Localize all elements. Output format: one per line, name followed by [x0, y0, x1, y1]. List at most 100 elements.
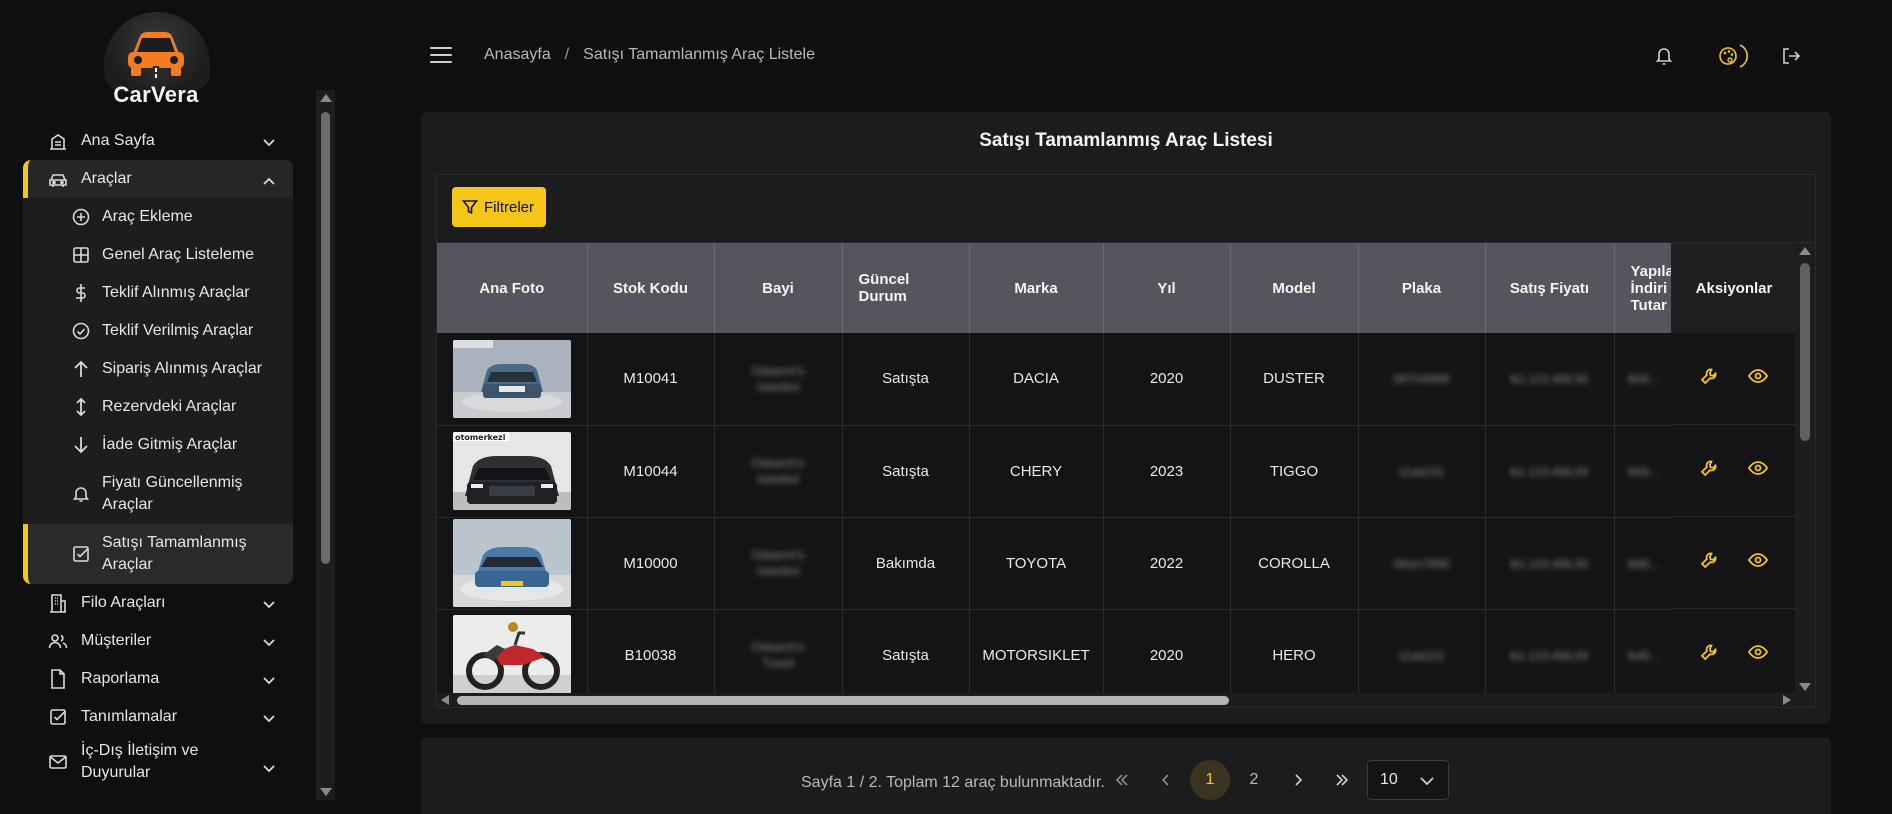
wrench-icon[interactable] — [1700, 551, 1718, 574]
table-vertical-scrollbar[interactable] — [1795, 243, 1815, 695]
filter-icon — [462, 199, 478, 215]
brand-name: CarVera — [113, 82, 199, 107]
scrollbar-thumb[interactable] — [321, 112, 330, 564]
page-2-button[interactable]: 2 — [1234, 760, 1274, 800]
first-page-icon[interactable] — [1102, 760, 1142, 800]
last-page-icon[interactable] — [1322, 760, 1362, 800]
bell-icon[interactable] — [1652, 44, 1676, 68]
sidebar-item-fiyati-guncellenmis[interactable]: Fiyatı Güncellenmiş Araçlar — [23, 464, 293, 524]
sidebar-item-label: Sipariş Alınmış Araçlar — [102, 360, 263, 377]
sidebar-item-teklif-alinmis[interactable]: Teklif Alınmış Araçlar — [23, 274, 293, 312]
car-logo-icon — [128, 32, 184, 80]
prev-page-icon[interactable] — [1146, 760, 1186, 800]
blurred-plaka: 11ab222 — [1398, 648, 1445, 663]
palette-icon[interactable] — [1716, 44, 1750, 68]
scroll-right-icon[interactable] — [1783, 695, 1791, 705]
col-guncel-durum[interactable]: Güncel Durum — [842, 243, 970, 333]
sidebar-item-teklif-verilmis[interactable]: Teklif Verilmiş Araçlar — [23, 312, 293, 350]
col-plaka[interactable]: Plaka — [1358, 243, 1486, 333]
building-tall-icon — [47, 592, 69, 614]
scroll-up-icon[interactable] — [1799, 247, 1811, 255]
page-size-value: 10 — [1380, 771, 1398, 788]
col-satis-fiyati[interactable]: Satış Fiyatı — [1485, 243, 1615, 333]
col-bayi[interactable]: Bayi — [714, 243, 843, 333]
sidebar-item-iletisim[interactable]: İç-Dış İletişim ve Duyurular — [23, 736, 293, 788]
sidebar-item-arac-ekleme[interactable]: Araç Ekleme — [23, 198, 293, 236]
sidebar: CarVera Ana Sayfa Araçlar Araç Ekleme Ge… — [0, 0, 335, 814]
col-marka[interactable]: Marka — [969, 243, 1104, 333]
menu-toggle-icon[interactable] — [430, 47, 452, 63]
col-yil[interactable]: Yıl — [1103, 243, 1231, 333]
blurred-bayi: Oskarch's Istanbul — [752, 547, 805, 579]
vehicle-table: Ana Foto Stok Kodu Bayi Güncel Durum Mark… — [436, 242, 1816, 708]
table-horizontal-scrollbar[interactable] — [437, 693, 1815, 707]
next-page-icon[interactable] — [1278, 760, 1318, 800]
logout-icon[interactable] — [1779, 44, 1803, 68]
scroll-left-icon[interactable] — [441, 695, 449, 705]
sidebar-item-iade-gitmis[interactable]: İade Gitmiş Araçlar — [23, 426, 293, 464]
wrench-icon[interactable] — [1700, 459, 1718, 482]
sidebar-item-rezervdeki[interactable]: Rezervdeki Araçlar — [23, 388, 293, 426]
sidebar-item-raporlama[interactable]: Raporlama — [23, 660, 293, 698]
cell-photo[interactable] — [437, 333, 588, 426]
scrollbar-thumb[interactable] — [1800, 263, 1810, 441]
eye-icon[interactable] — [1747, 461, 1769, 480]
filters-button-label: Filtreler — [484, 198, 535, 216]
table-row[interactable]: otomerkezi M10044 Oskarch's Istanbul Satı… — [437, 425, 1742, 518]
bayi-line-2: Istanbul — [756, 379, 800, 394]
sidebar-item-musteriler[interactable]: Müşteriler — [23, 622, 293, 660]
sidebar-item-label: Araç Ekleme — [102, 208, 193, 225]
wrench-icon[interactable] — [1700, 367, 1718, 390]
vehicle-photo[interactable] — [452, 339, 571, 418]
breadcrumb-home[interactable]: Anasayfa — [484, 46, 551, 63]
eye-icon[interactable] — [1747, 369, 1769, 388]
cell-satis-fiyati: ₺1.123.456,00 — [1485, 517, 1615, 610]
eye-icon[interactable] — [1747, 645, 1769, 664]
page-size-select[interactable]: 10 — [1367, 760, 1449, 800]
sidebar-item-label: Genel Araç Listeleme — [102, 246, 255, 263]
grid-icon — [70, 244, 92, 266]
sidebar-item-label: Araçlar — [81, 170, 132, 187]
col-model[interactable]: Model — [1230, 243, 1359, 333]
vehicle-photo[interactable] — [452, 519, 571, 607]
col-ana-foto[interactable]: Ana Foto — [437, 243, 588, 333]
sidebar-item-araclar[interactable]: Araçlar — [23, 160, 293, 198]
cell-photo[interactable] — [437, 517, 588, 610]
blurred-bayi: Oskarch's Istanbul — [752, 363, 805, 395]
cell-yil: 2023 — [1103, 425, 1231, 518]
cell-plaka: 11ab231 — [1358, 425, 1486, 518]
table-row[interactable]: M10041 Oskarch's Istanbul Satışta DACIA 2… — [437, 333, 1742, 426]
sidebar-item-label: Müşteriler — [81, 632, 152, 649]
brand-logo[interactable]: CarVera — [100, 12, 212, 112]
table-row[interactable]: M10000 Oskarch's Istanbul Bakımda TOYOTA … — [437, 517, 1742, 610]
scrollbar-thumb[interactable] — [457, 696, 1229, 705]
col-stok-kodu[interactable]: Stok Kodu — [587, 243, 715, 333]
car-icon — [47, 168, 69, 190]
scroll-down-icon[interactable] — [320, 788, 332, 796]
scroll-down-icon[interactable] — [1799, 683, 1811, 691]
wrench-icon[interactable] — [1700, 643, 1718, 666]
eye-icon[interactable] — [1747, 553, 1769, 572]
sidebar-scrollbar[interactable] — [316, 90, 335, 800]
sidebar-item-ana-sayfa[interactable]: Ana Sayfa — [23, 122, 293, 160]
cell-photo[interactable] — [437, 609, 588, 702]
blurred-bayi: Oskarch's Tunçli — [752, 639, 805, 671]
scroll-up-icon[interactable] — [320, 94, 332, 102]
cell-bayi: Oskarch's Tunçli — [714, 609, 843, 702]
vehicle-photo[interactable]: otomerkezi — [452, 432, 571, 510]
check-circle-icon — [70, 320, 92, 342]
cell-durum: Satışta — [842, 425, 970, 518]
cell-stok-kodu: M10041 — [587, 333, 715, 426]
sidebar-item-siparis-alinmis[interactable]: Sipariş Alınmış Araçlar — [23, 350, 293, 388]
table-row[interactable]: B10038 Oskarch's Tunçli Satışta MOTORSIKL… — [437, 609, 1742, 702]
sidebar-item-satisi-tamamlanmis[interactable]: Satışı Tamamlanmış Araçlar — [23, 524, 293, 584]
checkbox-icon — [47, 706, 69, 728]
sidebar-item-filo-araclari[interactable]: Filo Araçları — [23, 584, 293, 622]
sidebar-item-genel-arac-listeleme[interactable]: Genel Araç Listeleme — [23, 236, 293, 274]
vehicle-photo[interactable] — [452, 615, 571, 695]
row-actions — [1671, 333, 1797, 425]
cell-photo[interactable]: otomerkezi — [437, 425, 588, 518]
filters-button[interactable]: Filtreler — [452, 187, 547, 227]
page-1-button[interactable]: 1 — [1190, 760, 1230, 800]
sidebar-item-tanimlamalar[interactable]: Tanımlamalar — [23, 698, 293, 736]
